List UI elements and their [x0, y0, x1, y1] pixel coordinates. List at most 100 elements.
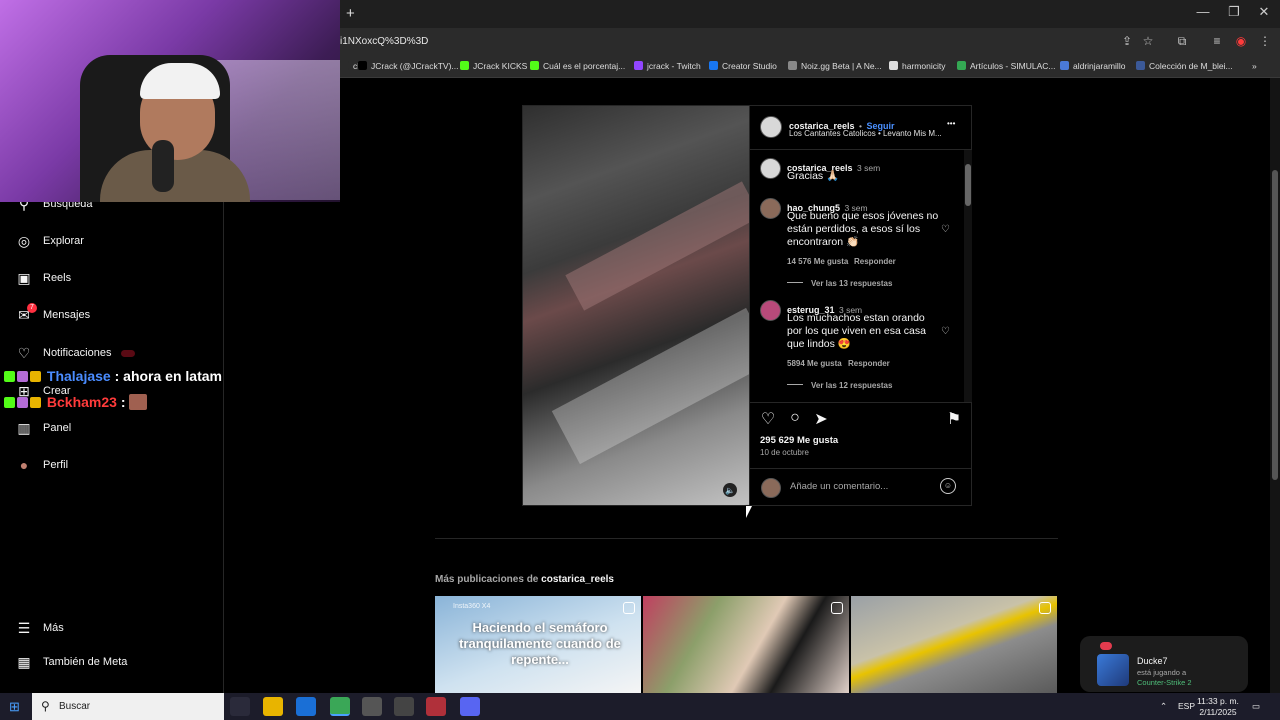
post-thumbnail[interactable] — [643, 596, 849, 693]
minimize-button[interactable]: — — [1188, 4, 1218, 19]
discord-icon[interactable] — [460, 697, 480, 716]
page-scrollbar-thumb[interactable] — [1272, 170, 1278, 480]
share-icon[interactable]: ➤ — [811, 409, 831, 429]
restore-button[interactable]: ❐ — [1219, 4, 1249, 20]
chat-message: Thalajase : ahora en latam — [4, 368, 222, 384]
like-heart-icon[interactable]: ♡ — [758, 409, 778, 429]
comment-avatar[interactable] — [760, 300, 781, 321]
sidebar-item-panel[interactable]: ▥ Panel — [16, 416, 71, 440]
bookmark-label: aldrinjaramillo — [1073, 61, 1126, 71]
menu-kebab-icon[interactable]: ⋮ — [1256, 34, 1274, 48]
tray-chevron-icon[interactable]: ⌃ — [1160, 701, 1167, 712]
current-user-avatar — [761, 478, 781, 498]
bookmark-item[interactable]: Cuál es el porcentaj... — [530, 61, 625, 71]
star-icon[interactable]: ☆ — [1139, 34, 1157, 48]
sidebar-item-explorar[interactable]: ◎ Explorar — [16, 229, 84, 253]
bookmark-item[interactable]: jcrack - Twitch — [634, 61, 701, 71]
bookmark-label: jcrack - Twitch — [647, 61, 701, 71]
post-thumbnail[interactable] — [851, 596, 1057, 693]
comment-like-icon[interactable]: ♡ — [941, 326, 950, 337]
bookmark-item[interactable]: Creator Studio — [709, 61, 777, 71]
reels-icon: ▣ — [16, 270, 32, 286]
mouse-cursor — [746, 506, 752, 518]
page-scrollbar[interactable] — [1270, 78, 1280, 693]
bookmark-favicon-icon — [340, 61, 349, 70]
view-replies-button[interactable]: Ver las 13 respuestas — [787, 279, 892, 288]
taskbar-search[interactable]: ⚲ Buscar — [32, 693, 224, 720]
new-tab-button[interactable]: + — [346, 5, 355, 22]
bookmark-item[interactable]: aldrinjaramillo — [1060, 61, 1125, 71]
activity-game: Counter-Strike 2 — [1137, 678, 1192, 687]
comment-like-count[interactable]: 5894 Me gusta — [787, 359, 842, 368]
bookmark-item[interactable]: Artículos - SIMULAC... — [957, 61, 1056, 71]
bookmark-item[interactable]: Colección de M_blei... — [1136, 61, 1233, 71]
close-window-button[interactable]: ✕ — [1249, 4, 1279, 20]
file-explorer-icon[interactable] — [263, 697, 283, 716]
compass-icon: ◎ — [16, 233, 32, 249]
sidebar-item-notificaciones[interactable]: ♡ Notificaciones — [16, 341, 136, 365]
windows-start-icon[interactable]: ⊞ — [9, 699, 20, 715]
address-bar[interactable]: i1NXoxcQ%3D%3D — [340, 36, 428, 47]
like-count[interactable]: 295 629 Me gusta — [760, 435, 838, 446]
bookmark-favicon-icon — [788, 61, 797, 70]
kick-badge-icon — [4, 371, 15, 382]
bookmark-item[interactable]: JCrack (@JCrackTV)... — [358, 61, 459, 71]
comment-text: Gracias 🙏🏻 — [787, 170, 840, 182]
reel-icon — [623, 602, 635, 614]
bookmark-label: Cuál es el porcentaj... — [543, 61, 626, 71]
thumbnail-watermark: Insta360 X4 — [453, 603, 491, 610]
sidebar-item-reels[interactable]: ▣ Reels — [16, 266, 71, 290]
sidebar-item-perfil[interactable]: ● Perfil — [16, 453, 68, 477]
emoji-icon[interactable]: ☺ — [940, 478, 956, 494]
reply-button[interactable]: Responder — [854, 257, 896, 266]
profile-icon[interactable]: ◉ — [1232, 34, 1250, 48]
sidebar-item-mensajes[interactable]: ✉ 7 Mensajes — [16, 303, 90, 327]
sidebar-item-meta[interactable]: ▦ También de Meta — [16, 650, 127, 674]
unread-badge: 7 — [27, 303, 37, 313]
clock-time: 11:33 p. m. — [1197, 696, 1239, 706]
comment-avatar[interactable] — [760, 198, 781, 219]
bookmark-item[interactable]: Noiz.gg Beta | A Ne... — [788, 61, 882, 71]
kick-badge-icon — [4, 397, 15, 408]
friend-name: Ducke7 — [1137, 656, 1168, 666]
app-icon[interactable] — [426, 697, 446, 716]
bookmarks-overflow-icon[interactable]: » — [1252, 61, 1257, 71]
sub-badge-icon — [17, 371, 28, 382]
mute-icon[interactable]: 🔈 — [723, 483, 737, 497]
audio-link[interactable]: Los Cantantes Catolicos • Levanto Mis M.… — [789, 129, 942, 138]
bookmark-item[interactable]: harmonicity — [889, 61, 945, 71]
author-avatar[interactable] — [760, 116, 782, 138]
comments-scrollbar-thumb[interactable] — [965, 164, 971, 206]
comment-like-icon[interactable]: ♡ — [941, 224, 950, 235]
extensions-icon[interactable]: ⧉ — [1173, 34, 1191, 49]
discord-activity-toast[interactable]: Ducke7 está jugando a Counter-Strike 2 — [1080, 636, 1248, 692]
comments-list: costarica_reels 3 sem Gracias 🙏🏻 hao_chu… — [750, 150, 972, 402]
notification-center-icon[interactable]: ▭ — [1252, 701, 1260, 712]
sidebar-item-label: Perfil — [43, 459, 69, 471]
app-icon[interactable] — [362, 697, 382, 716]
bookmark-item[interactable]: JCrack KICKS — [460, 61, 527, 71]
comment-icon[interactable]: ○ — [785, 409, 805, 427]
more-posts-author[interactable]: costarica_reels — [541, 574, 614, 585]
chrome-icon[interactable] — [330, 697, 350, 716]
reel-video[interactable]: 🔈 — [523, 106, 749, 505]
bookmark-icon[interactable]: ⚑ — [944, 409, 964, 429]
comment-avatar[interactable] — [760, 158, 781, 179]
language-indicator[interactable]: ESP — [1178, 701, 1195, 711]
comments-scrollbar[interactable] — [964, 150, 972, 402]
app-icon[interactable] — [394, 697, 414, 716]
post-thumbnail[interactable]: Insta360 X4 Haciendo el semáforo tranqui… — [435, 596, 641, 693]
install-app-icon[interactable]: ⇪ — [1118, 34, 1136, 48]
task-view-icon[interactable] — [230, 697, 250, 716]
taskbar-clock[interactable]: 11:33 p. m. 2/11/2025 — [1197, 696, 1239, 718]
clock-date: 2/11/2025 — [1199, 707, 1237, 717]
comment-like-count[interactable]: 14 576 Me gusta — [787, 257, 848, 266]
outlook-icon[interactable] — [296, 697, 316, 716]
more-options-icon[interactable]: ••• — [947, 119, 955, 128]
view-replies-button[interactable]: Ver las 12 respuestas — [787, 381, 892, 390]
reply-button[interactable]: Responder — [848, 359, 890, 368]
comment-input[interactable]: Añade un comentario... — [790, 481, 888, 492]
reading-list-icon[interactable]: ≡ — [1208, 34, 1226, 48]
sidebar-item-more[interactable]: ☰ Más — [16, 616, 64, 640]
bookmark-label: Noiz.gg Beta | A Ne... — [801, 61, 882, 71]
